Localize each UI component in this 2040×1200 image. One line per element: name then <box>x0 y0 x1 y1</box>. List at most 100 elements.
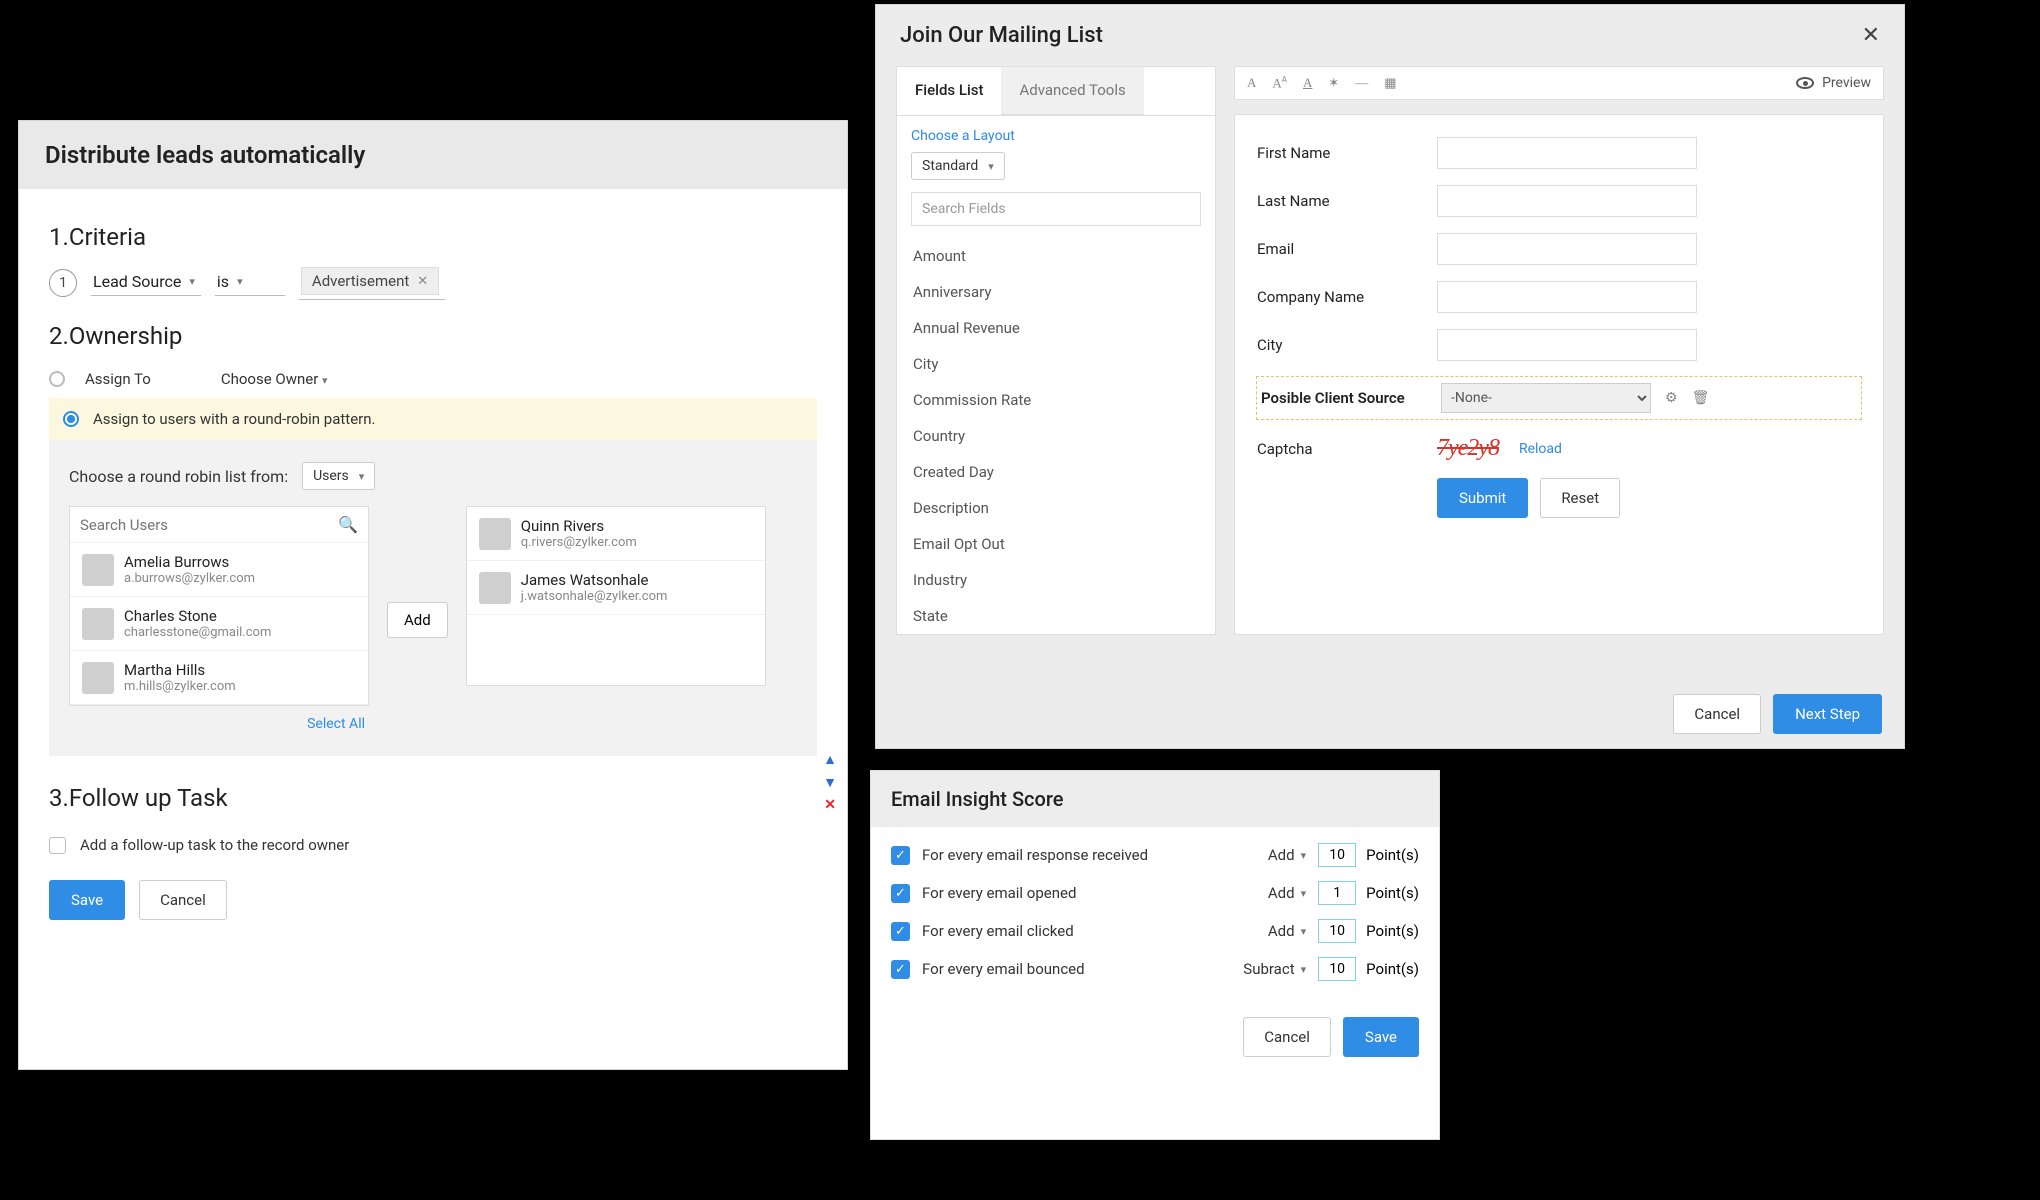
rule-checkbox[interactable] <box>891 884 910 903</box>
insight-rule-row: For every email bouncedSubract▾Point(s) <box>891 957 1419 981</box>
chevron-down-icon: ▾ <box>322 374 328 387</box>
cancel-button[interactable]: Cancel <box>1673 694 1761 734</box>
client-source-select[interactable]: -None- <box>1441 383 1651 413</box>
choose-owner-select[interactable]: Choose Owner ▾ <box>221 370 328 388</box>
selected-field-row[interactable]: Posible Client Source -None- ⚙ 🗑 <box>1257 377 1861 419</box>
remove-icon[interactable]: ✕ <box>824 797 836 813</box>
criteria-op-select[interactable]: is▾ <box>215 270 285 296</box>
round-robin-label: Assign to users with a round-robin patte… <box>93 410 375 428</box>
field-label: Last Name <box>1257 192 1437 210</box>
user-row[interactable]: Martha Hillsm.hills@zylker.com <box>70 651 368 705</box>
avatar <box>82 662 114 694</box>
user-row[interactable]: James Watsonhalej.watsonhale@zylker.com <box>467 561 765 615</box>
field-item[interactable]: Commission Rate <box>911 382 1201 418</box>
points-input[interactable] <box>1318 919 1356 943</box>
rule-checkbox[interactable] <box>891 922 910 941</box>
form-builder-area: A AA A ✶ — ▦ Preview First Name Last Nam… <box>1234 66 1884 635</box>
field-item[interactable]: Description <box>911 490 1201 526</box>
field-item[interactable]: Country <box>911 418 1201 454</box>
last-name-input[interactable] <box>1437 185 1697 217</box>
roundrobin-source-select[interactable]: Users▾ <box>302 462 375 490</box>
image-icon[interactable]: ▦ <box>1384 75 1396 91</box>
form-canvas: First Name Last Name Email Company Name … <box>1234 114 1884 635</box>
move-down-icon[interactable]: ▼ <box>823 774 837 791</box>
criteria-field-select[interactable]: Lead Source▾ <box>91 270 201 296</box>
format-toolbar: A AA A ✶ — ▦ Preview <box>1234 66 1884 100</box>
search-users-field[interactable]: 🔍 <box>70 507 368 543</box>
assign-to-radio[interactable] <box>49 371 65 387</box>
tab-advanced-tools[interactable]: Advanced Tools <box>1001 67 1143 115</box>
link-icon[interactable]: ✶ <box>1328 75 1339 91</box>
tab-fields-list[interactable]: Fields List <box>897 67 1001 115</box>
criteria-row: 1 Lead Source▾ is▾ Advertisement✕ <box>49 265 817 300</box>
city-input[interactable] <box>1437 329 1697 361</box>
field-label: Posible Client Source <box>1261 389 1441 407</box>
field-label: Captcha <box>1257 440 1437 458</box>
followup-label: Add a follow-up task to the record owner <box>80 836 349 854</box>
cancel-button[interactable]: Cancel <box>1243 1017 1331 1057</box>
select-all-link[interactable]: Select All <box>69 706 369 734</box>
reload-captcha-link[interactable]: Reload <box>1519 441 1562 457</box>
reset-button[interactable]: Reset <box>1540 478 1620 518</box>
mailing-list-panel: Join Our Mailing List ✕ Fields List Adva… <box>875 4 1905 749</box>
points-input[interactable] <box>1318 957 1356 981</box>
criteria-value-field[interactable]: Advertisement✕ <box>299 265 445 300</box>
move-up-icon[interactable]: ▲ <box>823 751 837 768</box>
field-item[interactable]: Created Day <box>911 454 1201 490</box>
submit-button[interactable]: Submit <box>1437 478 1528 518</box>
round-robin-subpanel: Choose a round robin list from: Users▾ 🔍… <box>49 440 817 756</box>
field-item[interactable]: Amount <box>911 238 1201 274</box>
rule-checkbox[interactable] <box>891 960 910 979</box>
search-icon: 🔍 <box>338 515 358 534</box>
followup-row: Add a follow-up task to the record owner <box>49 826 817 880</box>
company-input[interactable] <box>1437 281 1697 313</box>
close-icon[interactable]: ✕ <box>1862 23 1880 48</box>
field-item[interactable]: Email Opt Out <box>911 526 1201 562</box>
rule-op-select[interactable]: Add▾ <box>1268 922 1306 940</box>
font-size-icon[interactable]: AA <box>1272 75 1287 91</box>
rule-checkbox[interactable] <box>891 846 910 865</box>
preview-button[interactable]: Preview <box>1796 75 1871 91</box>
save-button[interactable]: Save <box>1343 1017 1419 1057</box>
trash-icon[interactable]: 🗑 <box>1692 390 1710 406</box>
criteria-value-tag: Advertisement✕ <box>301 267 439 295</box>
user-row[interactable]: Amelia Burrowsa.burrows@zylker.com <box>70 543 368 597</box>
field-item[interactable]: Annual Revenue <box>911 310 1201 346</box>
hr-icon[interactable]: — <box>1355 75 1368 91</box>
avatar <box>479 572 511 604</box>
round-robin-row[interactable]: Assign to users with a round-robin patte… <box>49 398 817 440</box>
ownership-heading: 2.Ownership <box>49 322 817 350</box>
fields-list: Amount Anniversary Annual Revenue City C… <box>897 238 1215 634</box>
first-name-input[interactable] <box>1437 137 1697 169</box>
next-step-button[interactable]: Next Step <box>1773 694 1882 734</box>
selected-users-list: Quinn Riversq.rivers@zylker.com James Wa… <box>466 506 766 686</box>
tag-remove-icon[interactable]: ✕ <box>417 274 428 289</box>
user-row[interactable]: Charles Stonecharlesstone@gmail.com <box>70 597 368 651</box>
chevron-down-icon: ▾ <box>988 160 994 173</box>
mailing-title: Join Our Mailing List <box>900 23 1103 48</box>
rule-op-select[interactable]: Add▾ <box>1268 884 1306 902</box>
points-input[interactable] <box>1318 881 1356 905</box>
search-users-input[interactable] <box>80 516 338 534</box>
eye-icon <box>1796 77 1814 89</box>
search-fields-input[interactable]: Search Fields <box>911 192 1201 226</box>
layout-select[interactable]: Standard▾ <box>911 152 1005 180</box>
rule-op-select[interactable]: Add▾ <box>1268 846 1306 864</box>
gear-icon[interactable]: ⚙ <box>1665 390 1678 406</box>
font-color-icon[interactable]: A <box>1303 75 1312 91</box>
field-item[interactable]: City <box>911 346 1201 382</box>
add-user-button[interactable]: Add <box>387 602 448 638</box>
user-row[interactable]: Quinn Riversq.rivers@zylker.com <box>467 507 765 561</box>
cancel-button[interactable]: Cancel <box>139 880 227 920</box>
followup-checkbox[interactable] <box>49 837 66 854</box>
rule-op-select[interactable]: Subract▾ <box>1243 960 1306 978</box>
email-input[interactable] <box>1437 233 1697 265</box>
field-item[interactable]: Anniversary <box>911 274 1201 310</box>
chevron-down-icon: ▾ <box>1301 925 1307 938</box>
field-item[interactable]: State <box>911 598 1201 634</box>
round-robin-radio[interactable] <box>63 411 79 427</box>
font-icon[interactable]: A <box>1247 75 1256 91</box>
field-item[interactable]: Industry <box>911 562 1201 598</box>
save-button[interactable]: Save <box>49 880 125 920</box>
points-input[interactable] <box>1318 843 1356 867</box>
